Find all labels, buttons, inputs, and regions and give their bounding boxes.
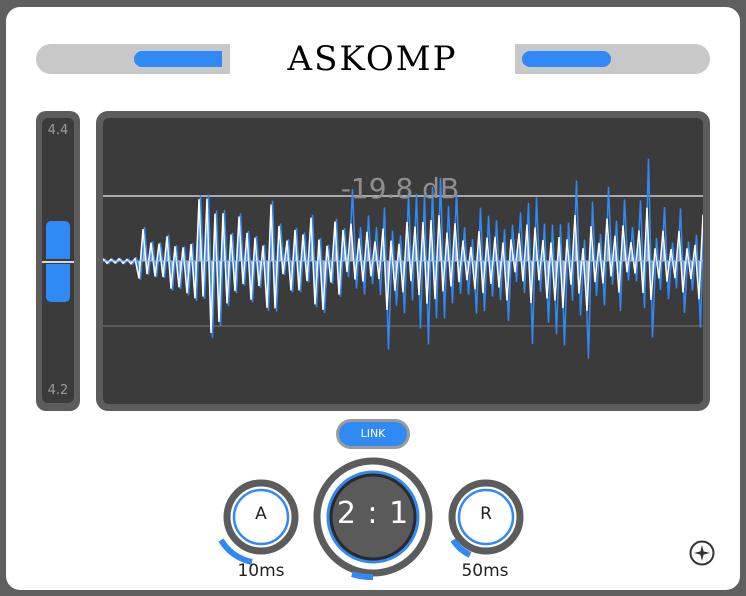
waveform-display bbox=[96, 111, 710, 411]
plugin-logo: ASKOMP bbox=[287, 39, 458, 79]
ratio-value: 2 : 1 bbox=[336, 496, 410, 531]
release-value: 50ms bbox=[461, 561, 509, 581]
attack-knob-label: A bbox=[255, 504, 267, 524]
compass-star-icon[interactable] bbox=[689, 540, 715, 566]
side-meter-upper-handle[interactable] bbox=[46, 221, 70, 259]
threshold-readout: -19.8 dB bbox=[340, 172, 460, 205]
output-level-fill bbox=[522, 51, 611, 67]
side-meter-top-label: 4.4 bbox=[47, 123, 69, 138]
release-knob-label: R bbox=[480, 504, 492, 524]
side-meter-bottom-label: 4.2 bbox=[47, 383, 69, 398]
waveform-screen bbox=[103, 118, 703, 404]
attack-value: 10ms bbox=[237, 561, 285, 581]
input-level-fill bbox=[134, 51, 222, 67]
side-meter-center-line bbox=[42, 261, 74, 263]
link-button[interactable]: LINK bbox=[336, 419, 410, 449]
side-meter-lower-handle[interactable] bbox=[46, 264, 70, 302]
